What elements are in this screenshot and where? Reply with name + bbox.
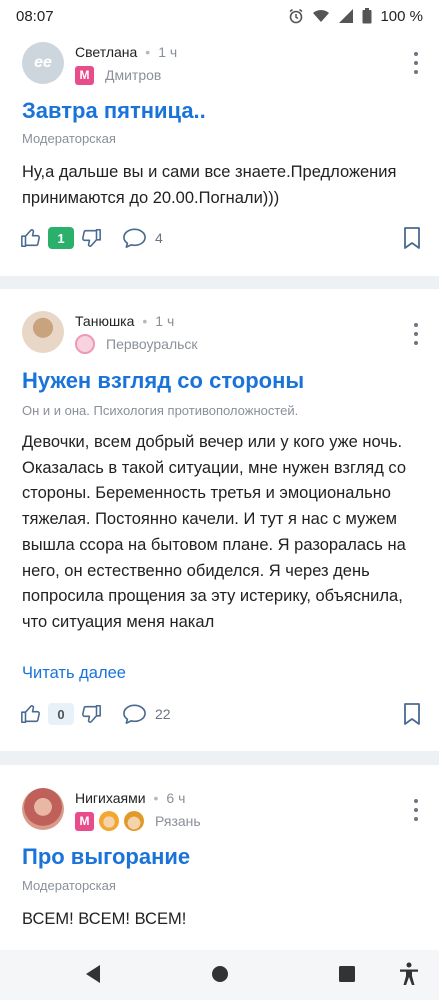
- post-rubric[interactable]: Модераторская: [22, 878, 116, 893]
- post-author[interactable]: ее Светлана • 1 ч М Дмитров: [22, 42, 177, 86]
- post-text[interactable]: Ну,а дальше вы и сами все знаете.Предлож…: [22, 160, 422, 211]
- post-text[interactable]: ВСЕМ! ВСЕМ! ВСЕМ!: [22, 907, 422, 933]
- more-vertical-icon[interactable]: [411, 799, 421, 821]
- author-city: Дмитров: [105, 67, 162, 83]
- post-title[interactable]: Нужен взгляд со стороны: [22, 368, 304, 394]
- signal-icon: [339, 9, 354, 23]
- post-text[interactable]: Девочки, всем добрый вечер или у кого уж…: [22, 430, 422, 636]
- post-card[interactable]: Нигихаями • 6 ч М Рязань Про выгорание М…: [0, 765, 439, 950]
- post-time: 1 ч: [158, 44, 178, 60]
- accessibility-icon[interactable]: [399, 962, 419, 986]
- post-title[interactable]: Про выгорание: [22, 844, 190, 870]
- author-name[interactable]: Светлана: [75, 44, 137, 60]
- post-card[interactable]: ее Светлана • 1 ч М Дмитров Завтра пятни…: [0, 32, 439, 276]
- mom-badge-icon: М: [75, 811, 94, 831]
- status-bar: 08:07 100 %: [0, 0, 439, 32]
- status-time: 08:07: [16, 7, 54, 25]
- post-time: 6 ч: [166, 790, 186, 806]
- mom-badge-icon: М: [75, 65, 94, 85]
- girl-child-icon: [99, 811, 119, 831]
- post-title[interactable]: Завтра пятница..: [22, 98, 206, 124]
- author-info: Светлана • 1 ч М Дмитров: [75, 42, 177, 86]
- thumb-up-icon[interactable]: [20, 227, 42, 249]
- more-vertical-icon[interactable]: [411, 323, 421, 345]
- like-count: 1: [48, 227, 74, 249]
- post-author[interactable]: Танюшка • 1 ч Первоуральск: [22, 311, 198, 355]
- like-count: 0: [48, 703, 74, 725]
- boy-child-icon: [124, 811, 144, 831]
- author-name[interactable]: Танюшка: [75, 313, 134, 329]
- post-author[interactable]: Нигихаями • 6 ч М Рязань: [22, 788, 201, 832]
- battery-icon: [362, 8, 372, 24]
- post-rubric[interactable]: Модераторская: [22, 131, 116, 146]
- battery-level: 100 %: [380, 7, 423, 25]
- bookmark-icon[interactable]: [402, 226, 422, 250]
- alarm-icon: [289, 8, 303, 24]
- system-nav-bar: [0, 950, 439, 1000]
- flower-badge-icon: [75, 334, 95, 354]
- avatar[interactable]: [22, 788, 64, 830]
- thumb-down-icon[interactable]: [80, 227, 102, 249]
- separator-dot: •: [145, 44, 151, 60]
- author-name[interactable]: Нигихаями: [75, 790, 146, 806]
- read-more-link[interactable]: Читать далее: [22, 664, 126, 683]
- avatar[interactable]: ее: [22, 42, 64, 84]
- bookmark-icon[interactable]: [402, 702, 422, 726]
- author-info: Танюшка • 1 ч Первоуральск: [75, 311, 198, 355]
- more-vertical-icon[interactable]: [411, 52, 421, 74]
- author-city: Первоуральск: [106, 336, 198, 352]
- post-time: 1 ч: [155, 313, 175, 329]
- comment-count: 4: [155, 230, 163, 246]
- recents-icon[interactable]: [338, 964, 356, 984]
- separator-dot: •: [142, 313, 148, 329]
- thumb-down-icon[interactable]: [80, 703, 102, 725]
- separator-dot: •: [153, 790, 159, 806]
- wifi-icon: [313, 9, 330, 22]
- thumb-up-icon[interactable]: [20, 703, 42, 725]
- post-actions: 0 22: [20, 700, 420, 730]
- post-rubric[interactable]: Он и и она. Психология противоположносте…: [22, 403, 298, 418]
- comment-bubble-icon[interactable]: [122, 703, 147, 725]
- comment-bubble-icon[interactable]: [122, 227, 147, 249]
- avatar[interactable]: [22, 311, 64, 353]
- post-card[interactable]: Танюшка • 1 ч Первоуральск Нужен взгляд …: [0, 289, 439, 751]
- author-info: Нигихаями • 6 ч М Рязань: [75, 788, 201, 832]
- back-icon[interactable]: [84, 964, 102, 984]
- comment-count: 22: [155, 706, 171, 722]
- post-actions: 1 4: [20, 224, 420, 254]
- author-city: Рязань: [155, 813, 201, 829]
- home-icon[interactable]: [210, 964, 230, 984]
- status-icons: 100 %: [288, 8, 423, 25]
